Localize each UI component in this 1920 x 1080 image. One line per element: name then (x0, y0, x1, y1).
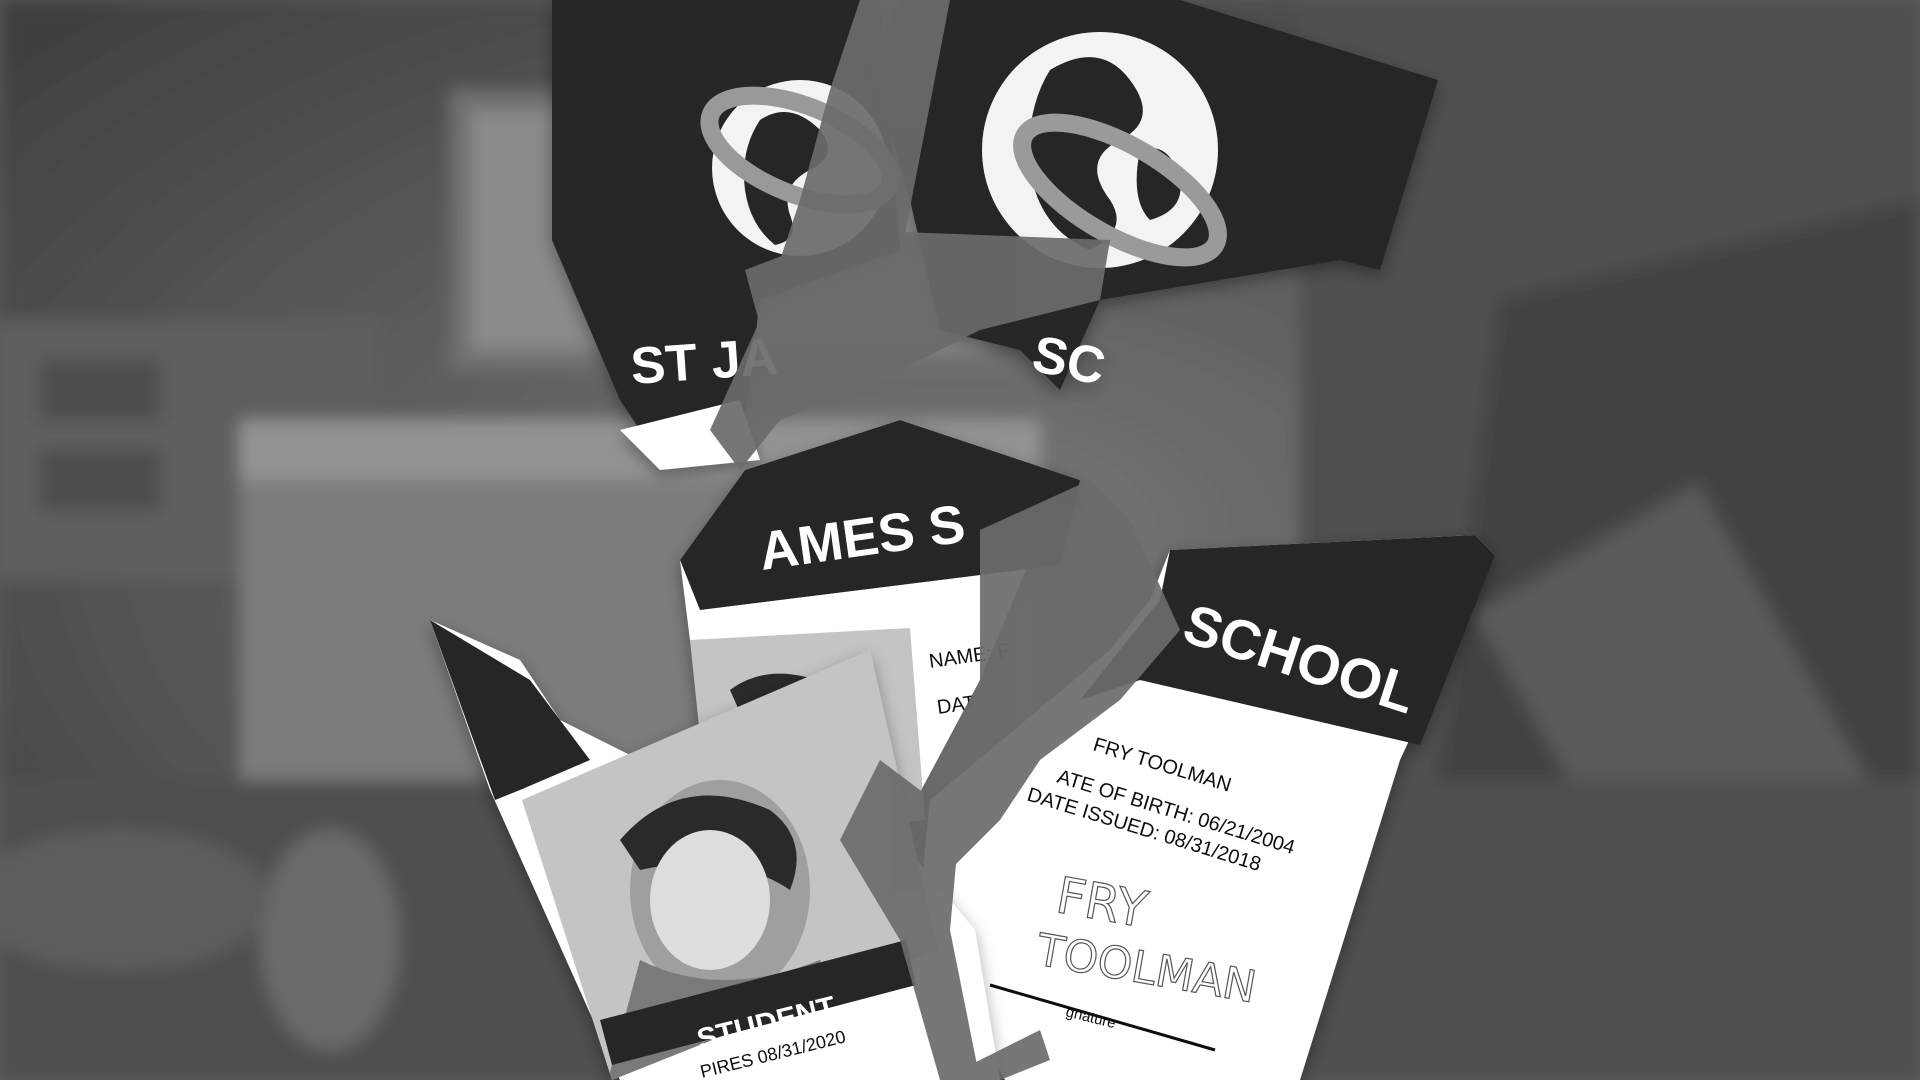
torn-id-card-scene: ST JA SC AMES S NAME: F DAT SCHOOL FRY T… (0, 0, 1920, 1080)
bg-trash-bin (260, 830, 400, 1050)
